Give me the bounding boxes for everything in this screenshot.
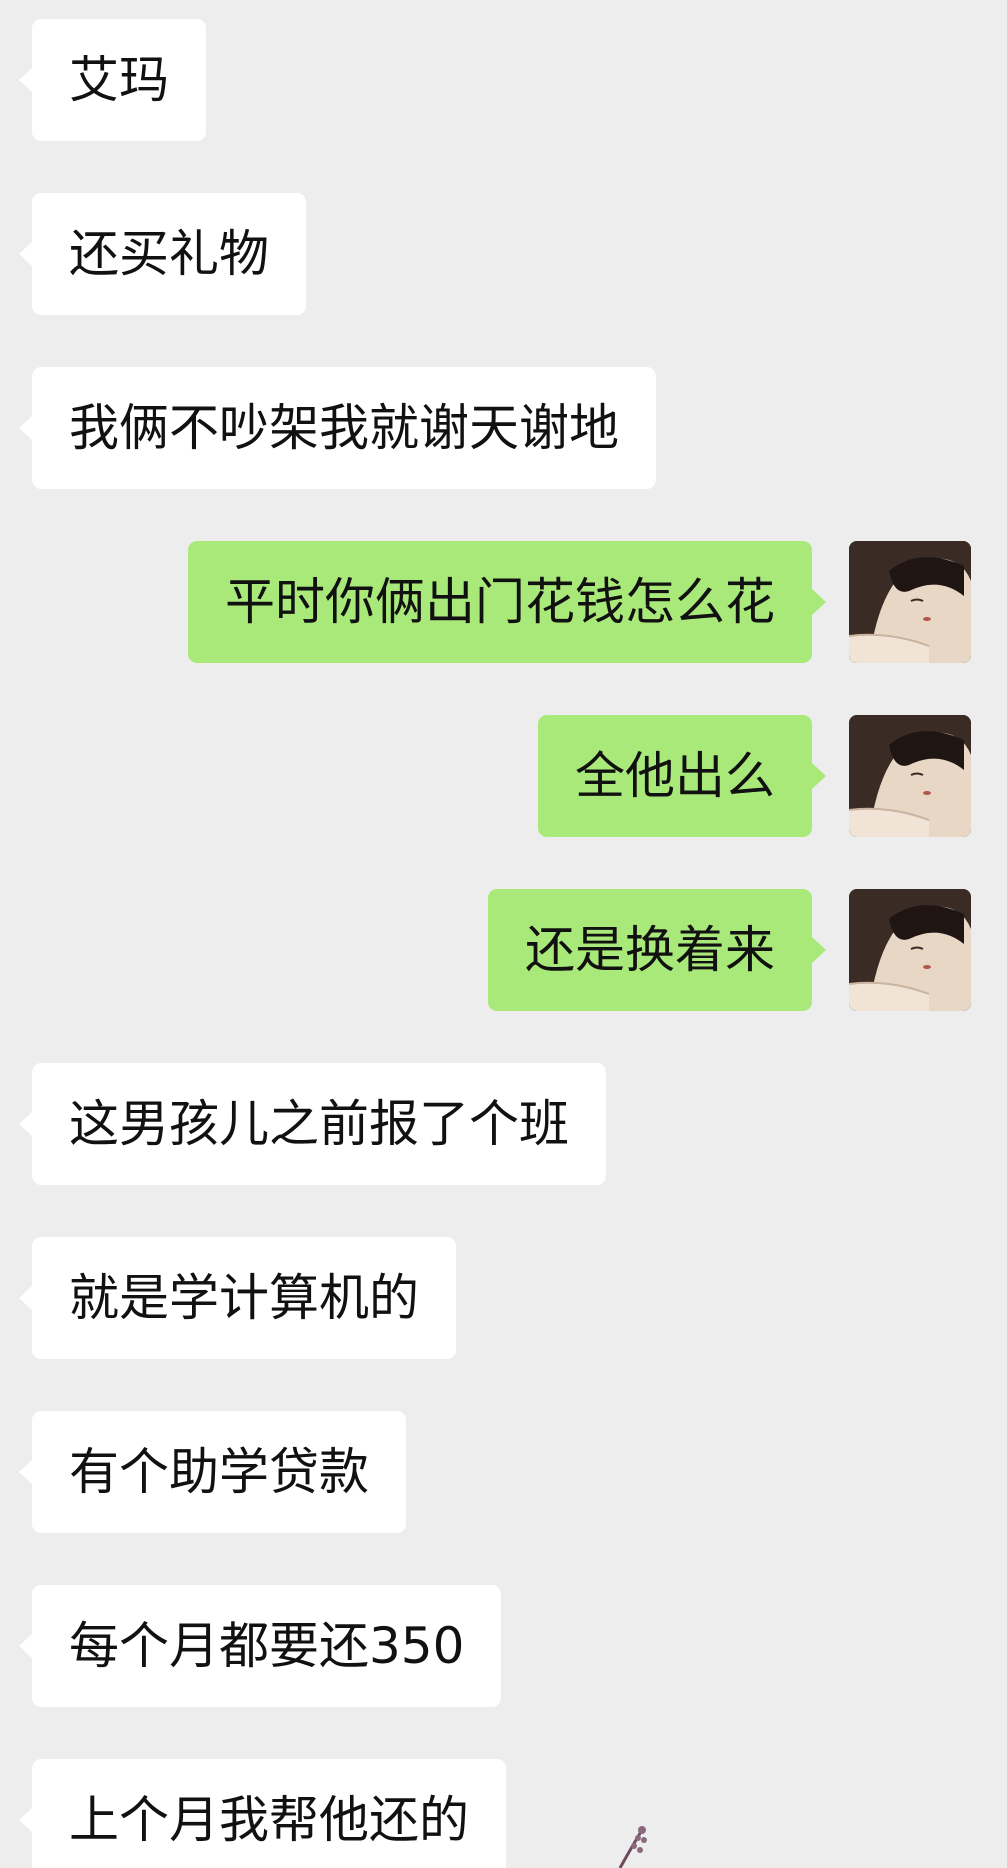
incoming-message-bubble[interactable]: 还买礼物: [19, 193, 306, 315]
incoming-message-bubble[interactable]: 有个助学贷款: [19, 1411, 406, 1533]
message-row: 艾玛: [0, 19, 1007, 141]
outgoing-message-bubble[interactable]: 还是换着来: [488, 889, 826, 1011]
avatar[interactable]: [849, 541, 971, 663]
avatar[interactable]: [849, 889, 971, 1011]
incoming-message-bubble[interactable]: 上个月我帮他还的: [19, 1759, 506, 1868]
chat-message-list[interactable]: 艾玛 还买礼物 我俩不吵架我就谢天谢地 平时你俩出门花钱怎么花 全他出么 还是换…: [0, 0, 1007, 1868]
message-row: 就是学计算机的: [0, 1237, 1007, 1359]
avatar-girl-icon: [849, 715, 971, 837]
message-row: 这男孩儿之前报了个班: [0, 1063, 1007, 1185]
message-row: 每个月都要还350: [0, 1585, 1007, 1707]
incoming-message-bubble[interactable]: 就是学计算机的: [19, 1237, 456, 1359]
message-row: 我俩不吵架我就谢天谢地: [0, 367, 1007, 489]
message-row: 上个月我帮他还的: [0, 1759, 1007, 1868]
message-row: 还是换着来: [0, 889, 1007, 1011]
avatar[interactable]: [849, 715, 971, 837]
outgoing-message-bubble[interactable]: 平时你俩出门花钱怎么花: [188, 541, 826, 663]
incoming-message-bubble[interactable]: 我俩不吵架我就谢天谢地: [19, 367, 656, 489]
flower-sticker-icon: [600, 1820, 680, 1868]
message-row: 平时你俩出门花钱怎么花: [0, 541, 1007, 663]
incoming-message-bubble[interactable]: 每个月都要还350: [18, 1585, 502, 1707]
avatar-girl-icon: [849, 541, 971, 663]
message-row: 有个助学贷款: [0, 1411, 1007, 1533]
message-row: 全他出么: [0, 715, 1007, 837]
incoming-message-bubble[interactable]: 艾玛: [19, 19, 206, 141]
incoming-message-bubble[interactable]: 这男孩儿之前报了个班: [19, 1063, 606, 1185]
avatar-girl-icon: [849, 889, 971, 1011]
message-row: 还买礼物: [0, 193, 1007, 315]
outgoing-message-bubble[interactable]: 全他出么: [538, 715, 826, 837]
